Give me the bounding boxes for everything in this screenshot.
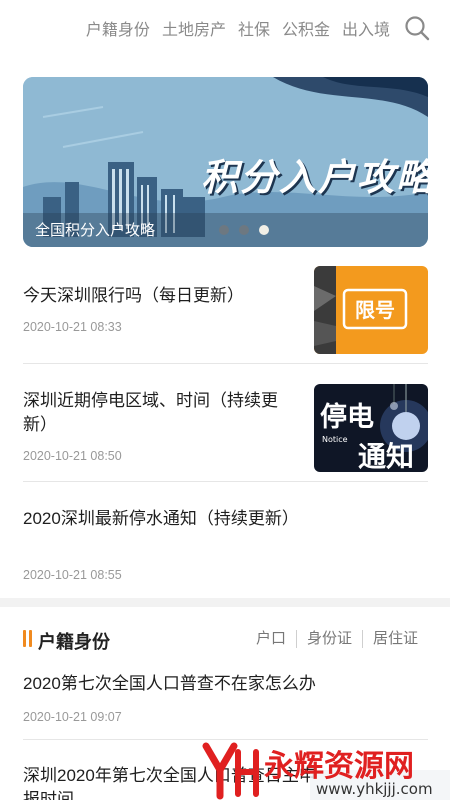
banner-carousel[interactable]: 积分入户攻略 全国积分入户攻略 — [23, 77, 428, 247]
article-title: 今天深圳限行吗（每日更新） — [23, 286, 244, 305]
nav-item-fund[interactable]: 公积金 — [282, 16, 330, 40]
article-item[interactable]: 深圳近期停电区域、时间（持续更新） 2020-10-21 08:50 停电 No… — [23, 364, 428, 482]
section-divider — [0, 598, 450, 607]
article-item[interactable]: 2020深圳最新停水通知（持续更新） 2020-10-21 08:55 — [23, 482, 428, 598]
carousel-dot[interactable] — [239, 225, 249, 235]
article-time: 2020-10-21 08:55 — [23, 568, 122, 582]
article-thumbnail: 停电 Notice 通知 — [314, 384, 428, 472]
banner-caption: 全国积分入户攻略 — [35, 222, 156, 239]
nav-item-huji[interactable]: 户籍身份 — [86, 16, 150, 40]
carousel-dots — [219, 225, 279, 235]
thumb-label: 限号 — [355, 298, 395, 322]
list-item-title: 2020第七次全国人口普查不在家怎么办 — [23, 674, 316, 693]
search-icon[interactable] — [404, 15, 430, 41]
nav-item-social[interactable]: 社保 — [238, 16, 270, 40]
article-time: 2020-10-21 08:33 — [23, 320, 122, 334]
section-accent-bar — [29, 630, 32, 647]
watermark-brand: 永辉资源网 — [264, 749, 414, 784]
tag-id-card[interactable]: 身份证 — [295, 630, 362, 648]
article-item[interactable]: 今天深圳限行吗（每日更新） 2020-10-21 08:33 限号 — [23, 262, 428, 364]
thumb-label-bottom: 通知 — [358, 440, 414, 472]
article-title: 2020深圳最新停水通知（持续更新） — [23, 509, 299, 528]
nav-item-exit-entry[interactable]: 出入境 — [342, 16, 390, 40]
thumb-label-top: 停电 — [320, 401, 374, 433]
banner-title: 积分入户攻略 — [201, 157, 428, 198]
watermark: 永辉资源网 www.yhkjjj.com — [198, 742, 450, 800]
tag-residence-permit[interactable]: 居住证 — [361, 630, 428, 648]
section-tags: 户口 身份证 居住证 — [246, 630, 428, 648]
carousel-dot[interactable] — [219, 225, 229, 235]
top-nav: 户籍身份 土地房产 社保 公积金 出入境 — [0, 0, 450, 56]
article-title: 深圳近期停电区域、时间（持续更新） — [23, 391, 278, 434]
section-title: 户籍身份 — [38, 632, 110, 652]
section-header: 户籍身份 户口 身份证 居住证 — [0, 622, 450, 658]
nav-item-land[interactable]: 土地房产 — [162, 16, 226, 40]
thumb-label-mid: Notice — [322, 435, 348, 444]
list-item[interactable]: 2020第七次全国人口普查不在家怎么办 2020-10-21 09:07 — [23, 660, 428, 740]
carousel-dot-active[interactable] — [259, 225, 269, 235]
article-time: 2020-10-21 08:50 — [23, 449, 122, 463]
section-accent-bar — [23, 630, 26, 647]
watermark-url: www.yhkjjj.com — [316, 780, 433, 798]
article-thumbnail: 限号 — [314, 266, 428, 354]
list-item-time: 2020-10-21 09:07 — [23, 710, 122, 724]
tag-hukou[interactable]: 户口 — [246, 630, 296, 648]
